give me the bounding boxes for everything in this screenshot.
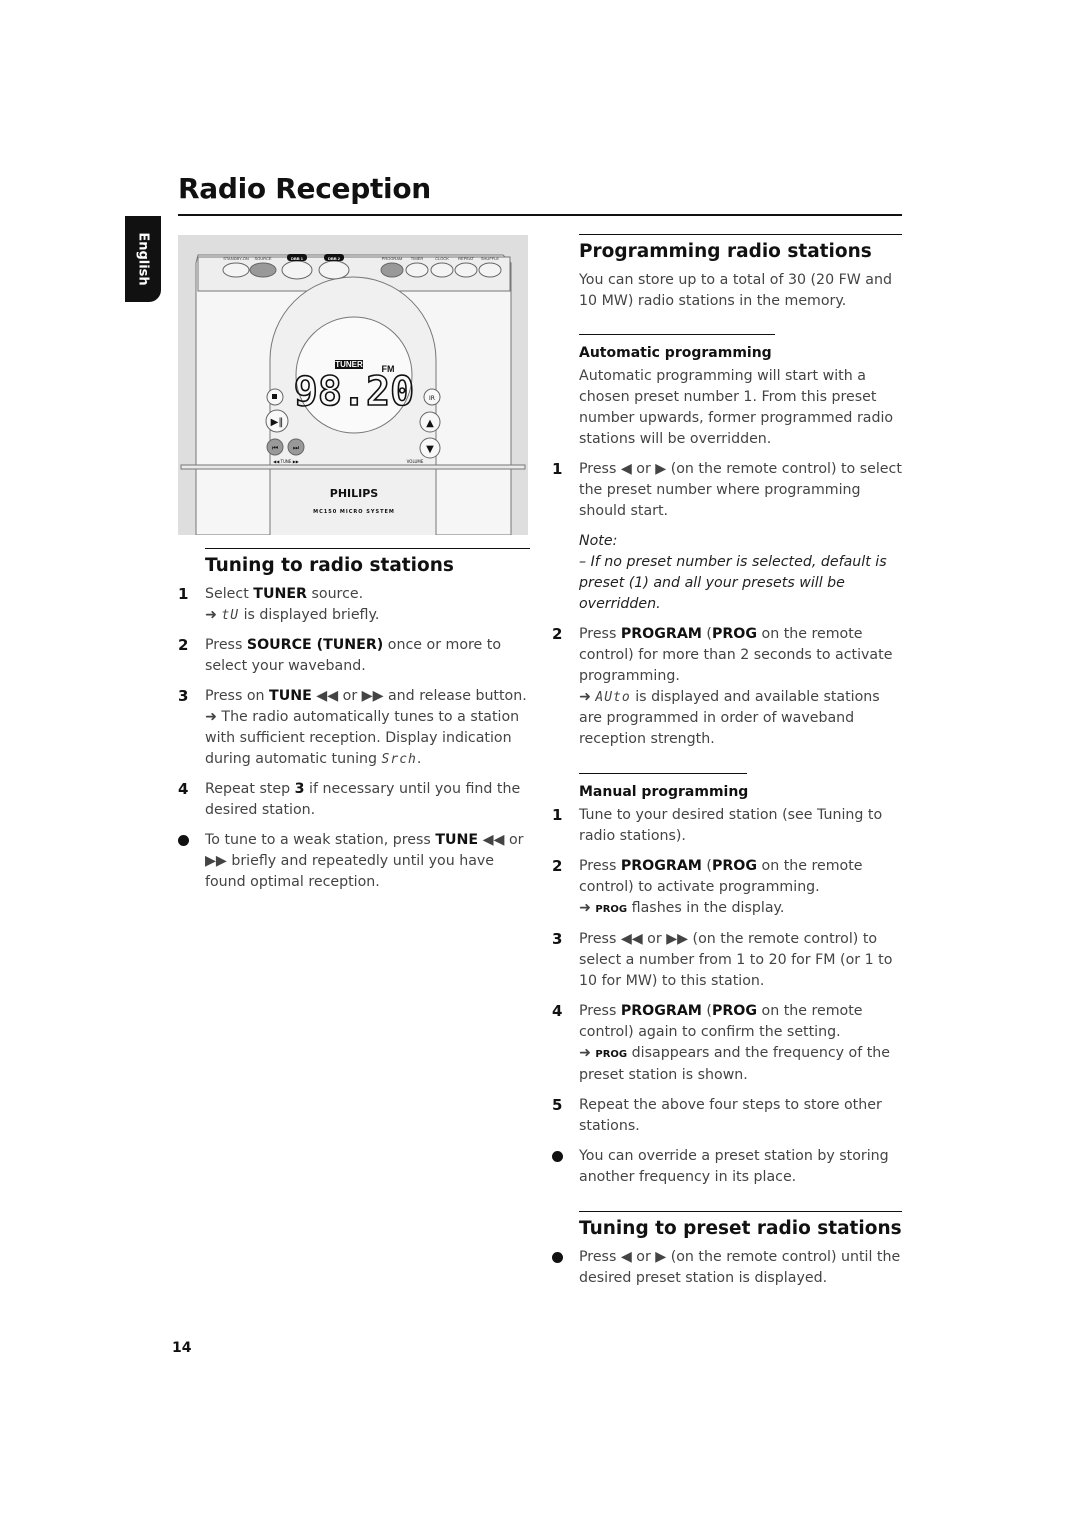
display-frequency: 98.20	[294, 369, 414, 415]
bullet-icon	[552, 1252, 563, 1263]
page-title: Radio Reception	[178, 172, 431, 205]
label-standby: STANDBY-ON	[223, 256, 249, 261]
manual-step-4: 4 Press PROGRAM (PROG on the remote cont…	[552, 1002, 890, 1083]
program-button	[380, 262, 404, 278]
arrow-icon: ➜	[579, 1045, 591, 1061]
step-number: 4	[178, 780, 189, 798]
label-program: PROGRAM	[382, 256, 403, 261]
subsection-rule	[579, 773, 747, 774]
label-source: SOURCE	[254, 256, 271, 261]
step-number: 1	[178, 585, 189, 603]
prev-icon: ⏮	[272, 444, 278, 452]
label-clock: CLOCK	[435, 256, 449, 261]
section-rule	[579, 1211, 902, 1212]
manual-step-1: 1 Tune to your desired station (see Tuni…	[552, 806, 883, 844]
repeat-button	[454, 262, 478, 278]
manual-programming-title: Manual programming	[579, 784, 749, 800]
ir-label: IR	[429, 395, 435, 402]
next-icon: ⏭	[293, 444, 300, 452]
programming-intro: You can store up to a total of 30 (20 FW…	[579, 272, 893, 309]
tuning-step-4: 4 Repeat step 3 if necessary until you f…	[178, 780, 521, 818]
step-number: 2	[178, 636, 189, 654]
label-shuffle: SHUFFLE	[481, 256, 500, 261]
tuning-title: Tuning to radio stations	[205, 555, 454, 576]
arrow-icon: ➜	[205, 607, 217, 623]
tuning-section: Tuning to radio stations 1 Select TUNER …	[178, 548, 530, 902]
tuning-bullet: To tune to a weak station, press TUNE ◀◀…	[178, 830, 530, 893]
brand-logo: PHILIPS	[330, 487, 379, 500]
dbb1-button	[281, 260, 313, 280]
step-number: 3	[178, 687, 189, 705]
timer-button	[405, 262, 429, 278]
standby-button	[222, 262, 250, 278]
device-illustration: STANDBY-ON SOURCE DBB 1 DBB 2 PROGRAM TI…	[178, 235, 528, 535]
automatic-programming-title: Automatic programming	[579, 345, 772, 361]
micro-system-drawing: STANDBY-ON SOURCE DBB 1 DBB 2 PROGRAM TI…	[180, 254, 526, 535]
volume-up-icon: ▲	[426, 418, 434, 429]
model-label: MC150 MICRO SYSTEM	[313, 509, 395, 515]
programming-title: Programming radio stations	[579, 241, 872, 262]
shuffle-button	[478, 262, 502, 278]
title-rule	[178, 214, 902, 216]
auto-step-1: 1 Press ◀ or ▶ (on the remote control) t…	[552, 460, 902, 519]
label-dbb2: DBB 2	[328, 256, 341, 261]
section-rule	[205, 548, 530, 549]
arrow-icon: ➜	[579, 900, 591, 916]
tuning-step-3: 3 Press on TUNE ◀◀ or ▶▶ and release but…	[178, 687, 527, 767]
bullet-icon	[178, 835, 189, 846]
lcd-text: AUto	[595, 690, 631, 705]
manual-step-5: 5 Repeat the above four steps to store o…	[552, 1096, 882, 1134]
lcd-text: Srch	[381, 752, 417, 767]
tune-label: ◀◀ TUNE ▶▶	[273, 459, 300, 464]
auto-step-2: 2 Press PROGRAM (PROG on the remote cont…	[552, 625, 893, 747]
automatic-intro: Automatic programming will start with a …	[579, 368, 894, 447]
source-button	[249, 262, 277, 278]
manual-bullet: You can override a preset station by sto…	[552, 1146, 902, 1188]
note-text: – If no preset number is selected, defau…	[579, 554, 887, 612]
lcd-text: tU	[221, 608, 240, 623]
page-number: 14	[172, 1340, 192, 1356]
manual-step-2: 2 Press PROGRAM (PROG on the remote cont…	[552, 857, 863, 916]
programming-section: Programming radio stations You can store…	[552, 234, 902, 1298]
arrow-icon: ➜	[205, 709, 217, 725]
label-timer: TIMER	[411, 256, 424, 261]
play-pause-icon: ▶‖	[271, 417, 284, 428]
arrow-icon: ➜	[579, 689, 591, 705]
tuning-step-2: 2 Press SOURCE (TUNER) once or more to s…	[178, 636, 502, 674]
label-repeat: REPEAT	[458, 256, 474, 261]
label-dbb1: DBB 1	[291, 256, 304, 261]
preset-bullet: Press ◀ or ▶ (on the remote control) unt…	[552, 1247, 902, 1289]
volume-down-icon: ▼	[426, 444, 434, 455]
dbb2-button	[318, 260, 350, 280]
subsection-rule	[579, 334, 775, 335]
stop-icon	[272, 394, 277, 399]
note-label: Note:	[579, 533, 618, 549]
preset-title: Tuning to preset radio stations	[579, 1218, 902, 1239]
bullet-icon	[552, 1151, 563, 1162]
display-source: TUNER	[335, 360, 363, 369]
language-label: English	[135, 232, 151, 286]
tuning-step-1: 1 Select TUNER source. ➜ tU is displayed…	[178, 585, 380, 623]
volume-label: VOLUME	[407, 459, 424, 464]
manual-step-3: 3 Press ◀◀ or ▶▶ (on the remote control)…	[552, 930, 893, 989]
language-tab: English	[125, 216, 161, 302]
section-rule	[579, 234, 902, 235]
clock-button	[430, 262, 454, 278]
